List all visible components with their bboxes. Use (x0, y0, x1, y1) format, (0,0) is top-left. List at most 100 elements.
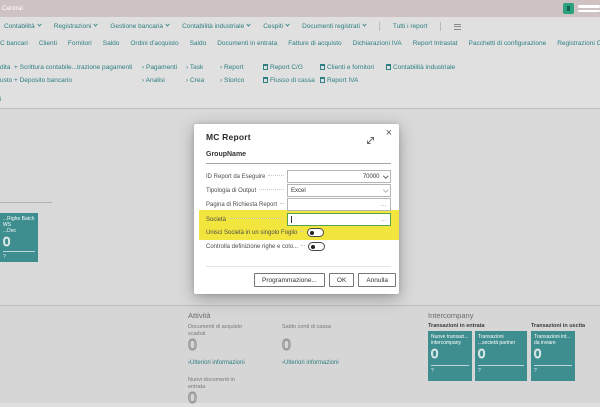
field-row-report-id: ID Report da Eseguire 70000 (206, 170, 391, 183)
action-clienti-fornitori[interactable]: Clienti e fornitori (320, 62, 374, 75)
menu-registrazioni[interactable]: Registrazioni (54, 22, 98, 30)
menu-cespiti[interactable]: Cespiti (263, 22, 290, 30)
check-definition-toggle-wrap (308, 242, 412, 251)
actionbar-cut-column: dita usto (0, 62, 12, 87)
action-contabilita-industriale[interactable]: Contabilità industriale (386, 62, 455, 75)
dialog-title: MC Report (206, 132, 251, 142)
action-cut-1[interactable]: dita (0, 62, 12, 75)
nav-ordini-acquisto[interactable]: Ordini d'acquisto (130, 40, 178, 47)
action-scrittura-contabile[interactable]: + Scrittura contabile...trazione pagamen… (14, 62, 132, 75)
schedule-button[interactable]: Programmazione... (253, 273, 325, 287)
main-menu: Contabilità Registrazioni Gestione banca… (4, 22, 462, 31)
nav-clienti[interactable]: Clienti (39, 40, 57, 47)
report-icon (320, 64, 325, 70)
resize-icon[interactable] (366, 132, 375, 150)
menu-tutti-i-report[interactable]: Tutti i report (393, 23, 427, 30)
tile-transazioni-da-inviare[interactable]: Transazioni int... da inviare 0 ? (531, 331, 575, 381)
leader-dots (229, 217, 284, 219)
more-info-link[interactable]: ›Ulteriori informazioni (188, 360, 245, 366)
chevron-down-icon[interactable] (382, 173, 388, 179)
leader-dots (268, 174, 284, 176)
group-header: GroupName (206, 151, 391, 164)
nav-dichiarazioni-iva[interactable]: Dichiarazioni IVA (353, 40, 402, 47)
request-page-input[interactable]: ... (287, 198, 392, 211)
action-analisi[interactable]: › Analisi (142, 75, 177, 88)
tile-value: 0 (3, 234, 11, 249)
nav-registrazioni-coge[interactable]: Registrazioni COGE (557, 40, 600, 47)
nav-fornitori[interactable]: Fornitori (68, 40, 92, 47)
action-crea[interactable]: › Crea (186, 75, 204, 88)
activity-value[interactable]: 0 (188, 390, 235, 407)
dialog-buttons: Programmazione... OK Annulla (253, 273, 396, 287)
action-cut-2[interactable]: usto (0, 75, 12, 88)
company-input[interactable]: ... (287, 213, 391, 226)
field-row-merge: Unisci Società in un singolo Foglio (206, 227, 391, 238)
leader-dots (280, 202, 285, 204)
merge-toggle[interactable] (307, 228, 325, 237)
merge-toggle-wrap (307, 228, 411, 237)
nav-pacchetti-configurazione[interactable]: Pacchetti di configurazione (469, 40, 547, 47)
activity-card-cassa: Saldo conti di cassa 0 (282, 324, 331, 354)
field-label: Tipologia di Output (206, 187, 257, 194)
tile-transazioni-partner[interactable]: Transazioni ...società partner 0 ? (475, 331, 527, 381)
assist-edit-icon[interactable]: ... (381, 202, 388, 208)
menu-contabilita[interactable]: Contabilità (4, 22, 42, 30)
report-id-input[interactable]: 70000 (287, 170, 391, 183)
button-divider (206, 266, 391, 267)
nav-cc-bancari[interactable]: C bancari (0, 40, 28, 47)
help-icon: ? (478, 368, 481, 374)
intercompany-title: Intercompany (428, 311, 474, 320)
action-flusso-di-cassa[interactable]: Flusso di cassa (263, 75, 315, 88)
menu-gestione-bancaria[interactable]: Gestione bancaria (110, 22, 170, 30)
more-info-link[interactable]: ›Ulteriori informazioni (282, 360, 339, 366)
ok-button[interactable]: OK (328, 273, 355, 287)
field-label: Controlla definizione righe e colo... (206, 243, 299, 250)
actionbar-new-column: + Scrittura contabile...trazione pagamen… (14, 62, 132, 87)
check-definition-toggle[interactable] (308, 242, 326, 251)
nav-documenti-entrata[interactable]: Documenti in entrata (217, 40, 277, 47)
intercompany-out-label: Transazioni in uscita (531, 323, 586, 329)
actionbar-col-reports2: Clienti e fornitori Report IVA (320, 62, 374, 87)
action-storico[interactable]: › Storico (220, 75, 244, 88)
report-icon (263, 76, 268, 83)
chevron-down-icon (246, 22, 251, 27)
menu-contabilita-industriale[interactable]: Contabilità industriale (182, 22, 251, 30)
nav-report-intrastat[interactable]: Report Intrastat (413, 40, 458, 47)
nav-links: C bancari Clienti Fornitori Saldo Ordini… (0, 40, 600, 47)
user-avatar-icon[interactable] (563, 3, 574, 14)
activity-label: Documenti di acquisto (188, 324, 243, 330)
cut-text: i (0, 96, 2, 103)
activity-value[interactable]: 0 (282, 337, 331, 355)
assist-edit-icon[interactable]: ... (380, 217, 387, 223)
action-deposito-bancario[interactable]: + Deposito bancario (14, 75, 132, 88)
actionbar-col-reports1: Report C/G Flusso di cassa (263, 62, 315, 87)
nav-saldo-2[interactable]: Saldo (190, 40, 207, 47)
actionbar-col-pagamenti: › Pagamenti › Analisi (142, 62, 177, 87)
close-icon[interactable]: × (386, 128, 392, 139)
action-report-iva[interactable]: Report IVA (320, 75, 374, 88)
chevron-down-icon (165, 22, 170, 27)
field-label: Società (206, 216, 227, 223)
menu-list-icon[interactable] (454, 22, 462, 31)
menu-documenti-registrati[interactable]: Documenti registrati (302, 22, 367, 30)
activity-value[interactable]: 0 (188, 337, 242, 355)
action-task[interactable]: › Task (186, 62, 204, 75)
leader-dots (259, 188, 284, 190)
action-pagamenti[interactable]: › Pagamenti (142, 62, 177, 75)
tile-nuove-transazioni[interactable]: Nuove transazi... intercompany 0 ? (428, 331, 472, 381)
field-row-company: Società ... (206, 213, 391, 226)
actionbar-col-report: › Report › Storico (220, 62, 244, 87)
field-label: ID Report da Eseguire (206, 173, 266, 180)
tile-righe-batch[interactable]: ...Righe Batch WS ...Doc 0 ? (0, 213, 38, 262)
field-label: Pagina di Richiesta Report (206, 201, 278, 208)
output-type-select[interactable]: Excel (287, 184, 391, 197)
chevron-down-icon[interactable] (382, 187, 388, 193)
action-report-cg[interactable]: Report C/G (263, 62, 315, 75)
cancel-button[interactable]: Annulla (358, 273, 396, 287)
nav-fatture-acquisto[interactable]: Fatture di acquisto (288, 40, 341, 47)
field-row-check-definition: Controlla definizione righe e colo... (206, 241, 391, 252)
action-report[interactable]: › Report (220, 62, 244, 75)
mc-report-dialog: MC Report × GroupName ID Report da Esegu… (194, 124, 399, 294)
activity-card-scaduti: Documenti di acquisto scaduti 0 (188, 324, 243, 355)
nav-saldo-1[interactable]: Saldo (103, 40, 120, 47)
